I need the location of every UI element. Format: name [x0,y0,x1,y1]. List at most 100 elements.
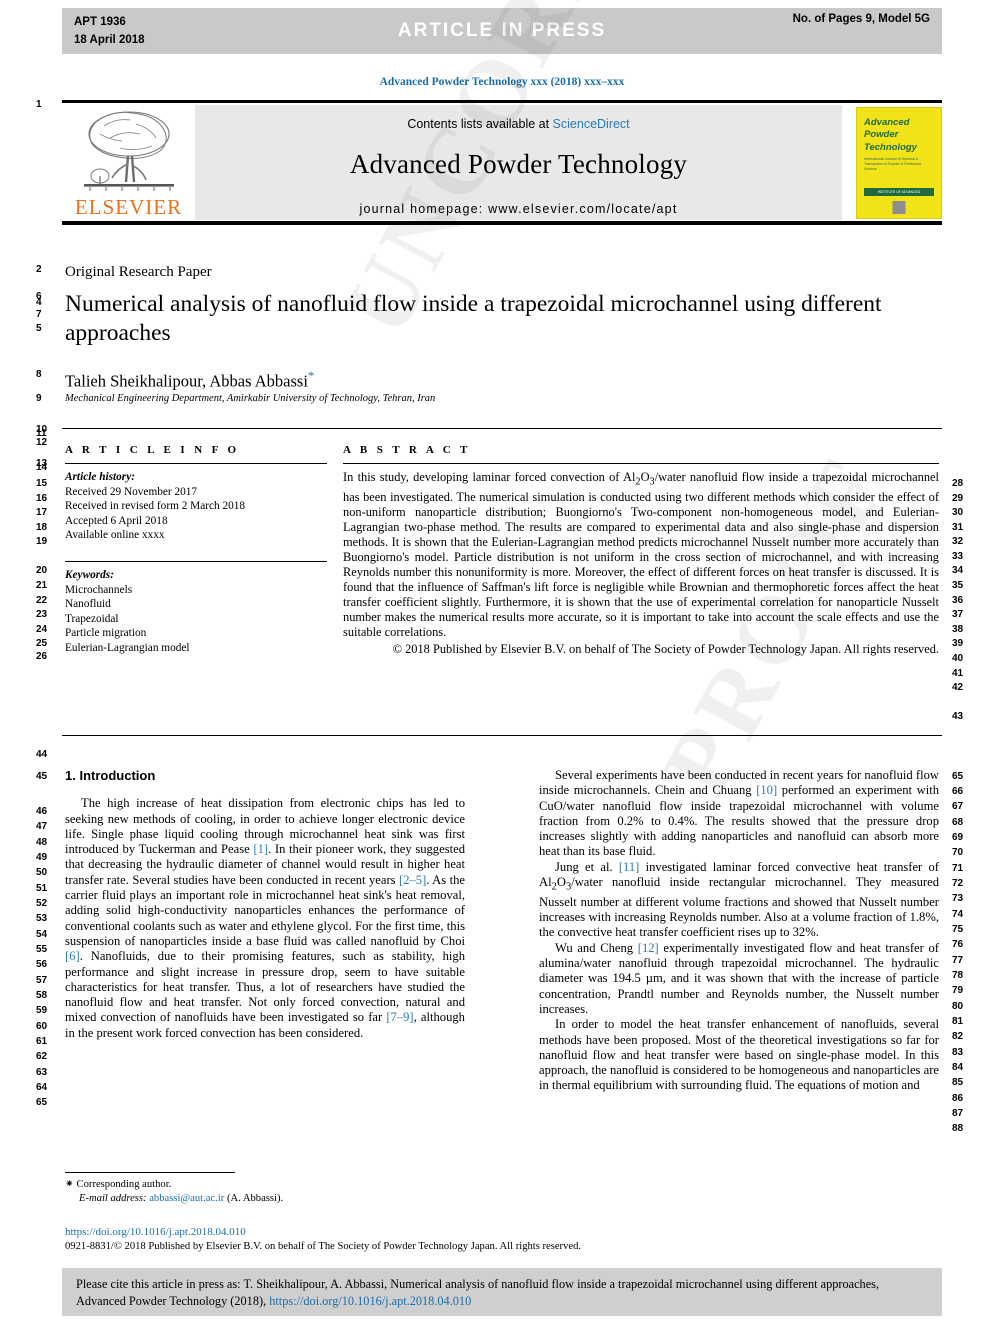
keywords-wrap: Keywords: Microchannels Nanofluid Trapez… [65,560,327,656]
line-number-right: 85 [952,1077,964,1088]
abstract-column: A B S T R A C T In this study, developin… [343,444,939,657]
issn-copyright-line: 0921-8831/© 2018 Published by Elsevier B… [65,1241,582,1252]
line-number-left: 52 [36,898,48,909]
line-number-left: 18 [36,522,48,533]
citation-reference[interactable]: [11] [619,860,640,874]
line-number-right: 34 [952,565,964,576]
citation-reference[interactable]: [2–5] [399,873,426,887]
line-number-right: 79 [952,985,964,996]
line-number-left: 54 [36,929,48,940]
abstract-copyright: © 2018 Published by Elsevier B.V. on beh… [392,641,939,656]
email-link[interactable]: abbassi@aut.ac.ir [149,1193,224,1204]
pages-model-info: No. of Pages 9, Model 5G [792,13,930,25]
keywords-label: Keywords: [65,568,114,581]
page-title: Numerical analysis of nanofluid flow ins… [65,291,882,346]
line-number-left: 15 [36,478,48,489]
line-number-left: 14 [36,462,48,473]
line-number-left: 47 [36,821,48,832]
line-number-left: 4 [36,297,42,308]
line-number-left: 51 [36,883,48,894]
line-number-right: 83 [952,1047,964,1058]
masthead-rule-top [62,100,942,103]
section-heading-introduction: 1. Introduction [65,768,156,783]
citation-reference[interactable]: [12] [638,941,659,955]
cover-title-line-3: Technology [864,141,917,153]
article-type: Original Research Paper [65,264,212,280]
line-number-right: 36 [952,595,964,606]
cover-band: INSTITUTE OF ADVANCED [864,187,934,196]
line-number-right: 70 [952,847,964,858]
line-number-left: 50 [36,867,48,878]
line-number-right: 86 [952,1093,964,1104]
line-number-left: 9 [36,393,42,404]
citation-reference[interactable]: [10] [756,783,777,797]
line-number-left: 59 [36,1005,48,1016]
abstract-heading: A B S T R A C T [343,444,471,456]
line-number-left: 19 [36,536,48,547]
masthead-rule-bottom [62,221,942,225]
body-paragraph: The high increase of heat dissipation fr… [65,796,465,1040]
citation-reference[interactable]: [6] [65,949,80,963]
line-number-right: 81 [952,1016,964,1027]
footnote-star-icon: ⁕ [65,1179,74,1190]
email-label: E-mail address: [79,1193,147,1204]
line-number-right: 71 [952,863,964,874]
article-info-column: A R T I C L E I N F O Article history: R… [65,444,327,656]
line-number-right: 77 [952,955,964,966]
article-info-heading: A R T I C L E I N F O [65,444,240,456]
contents-line: Contents lists available at ScienceDirec… [195,105,842,131]
corresponding-author-marker: * [307,368,315,383]
line-number-left: 61 [36,1036,48,1047]
affiliation: Mechanical Engineering Department, Amirk… [65,393,436,404]
line-number-right: 43 [952,711,964,722]
doi-link[interactable]: https://doi.org/10.1016/j.apt.2018.04.01… [65,1226,925,1238]
line-number-left: 23 [36,609,48,620]
cite-this-article-box: Please cite this article in press as: T.… [62,1268,942,1316]
body-paragraph: Wu and Cheng [12] experimentally investi… [539,940,939,1016]
contents-prefix: Contents lists available at [407,117,553,131]
line-number-left: 22 [36,595,48,606]
keyword-item: Eulerian-Lagrangian model [65,641,190,654]
line-number-left: 8 [36,369,42,380]
line-number-left: 25 [36,638,48,649]
line-number-right: 74 [952,909,964,920]
keyword-item: Particle migration [65,627,147,640]
citation-reference[interactable]: [7–9] [386,1010,413,1024]
line-number-right: 28 [952,478,964,489]
citation-reference[interactable]: [1] [253,842,268,856]
author-list: Talieh Sheikhalipour, Abbas Abbassi* [65,368,895,392]
line-number-right: 80 [952,1001,964,1012]
line-number-right: 39 [952,638,964,649]
elsevier-tree-icon [83,111,174,191]
line-number-right: 68 [952,817,964,828]
line-number-right: 82 [952,1031,964,1042]
line-number-left: 58 [36,990,48,1001]
article-in-press-header: APT 1936 18 April 2018 ARTICLE IN PRESS … [62,8,942,54]
keyword-item: Microchannels [65,583,133,596]
email-note: E-mail address: abbassi@aut.ac.ir (A. Ab… [65,1192,485,1206]
info-band-rule-bottom [62,735,942,736]
line-number-right: 87 [952,1108,964,1119]
line-number-right: 69 [952,832,964,843]
line-number-left: 55 [36,944,48,955]
line-number-left: 5 [36,323,42,334]
line-number-right: 33 [952,551,964,562]
footnote-divider [65,1172,235,1173]
journal-homepage-link[interactable]: journal homepage: www.elsevier.com/locat… [195,180,842,216]
line-number-left: 1 [36,99,42,110]
elsevier-logo: ELSEVIER [62,105,195,220]
authors-names: Talieh Sheikhalipour, Abbas Abbassi [65,371,308,391]
masthead-center: Contents lists available at ScienceDirec… [195,105,842,220]
line-number-right: 29 [952,493,964,504]
footnote-block: ⁕ Corresponding author. E-mail address: … [65,1178,485,1206]
abstract-body: In this study, developing laminar forced… [343,470,940,640]
line-number-right: 75 [952,924,964,935]
line-number-left: 21 [36,580,48,591]
line-number-left: 48 [36,837,48,848]
line-number-right: 32 [952,536,964,547]
corresponding-author-note: ⁕ Corresponding author. [65,1178,485,1192]
sciencedirect-link[interactable]: ScienceDirect [553,117,630,131]
history-item: Received in revised form 2 March 2018 [65,500,246,513]
cite-doi-link[interactable]: https://doi.org/10.1016/j.apt.2018.04.01… [269,1294,471,1308]
line-number-right: 66 [952,786,964,797]
